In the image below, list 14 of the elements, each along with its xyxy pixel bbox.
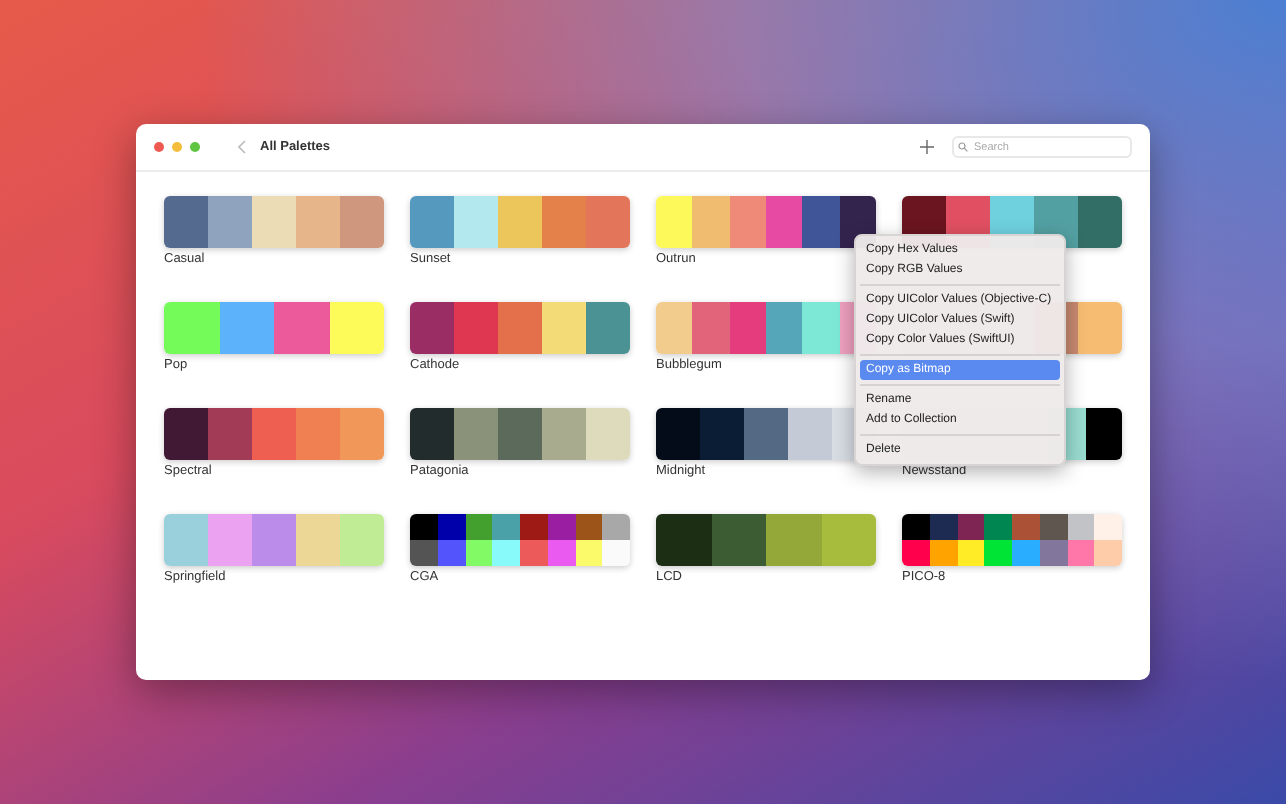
color-palette-strip[interactable] <box>410 196 630 248</box>
color-palette-strip[interactable] <box>656 514 876 566</box>
color-palette-strip[interactable] <box>164 514 384 566</box>
color-palette-strip[interactable] <box>410 514 630 566</box>
color-palette-strip[interactable] <box>164 302 384 354</box>
color-palette-strip[interactable] <box>164 196 384 248</box>
color-palette-strip[interactable] <box>410 408 630 460</box>
color-palette-strip[interactable] <box>164 408 384 460</box>
color-palette-strip[interactable] <box>902 514 1122 566</box>
add-icon[interactable] <box>920 140 934 154</box>
color-palette-strip[interactable] <box>410 302 630 354</box>
search-icon <box>958 142 968 152</box>
close-icon[interactable] <box>154 142 164 152</box>
zoom-icon[interactable] <box>190 142 200 152</box>
